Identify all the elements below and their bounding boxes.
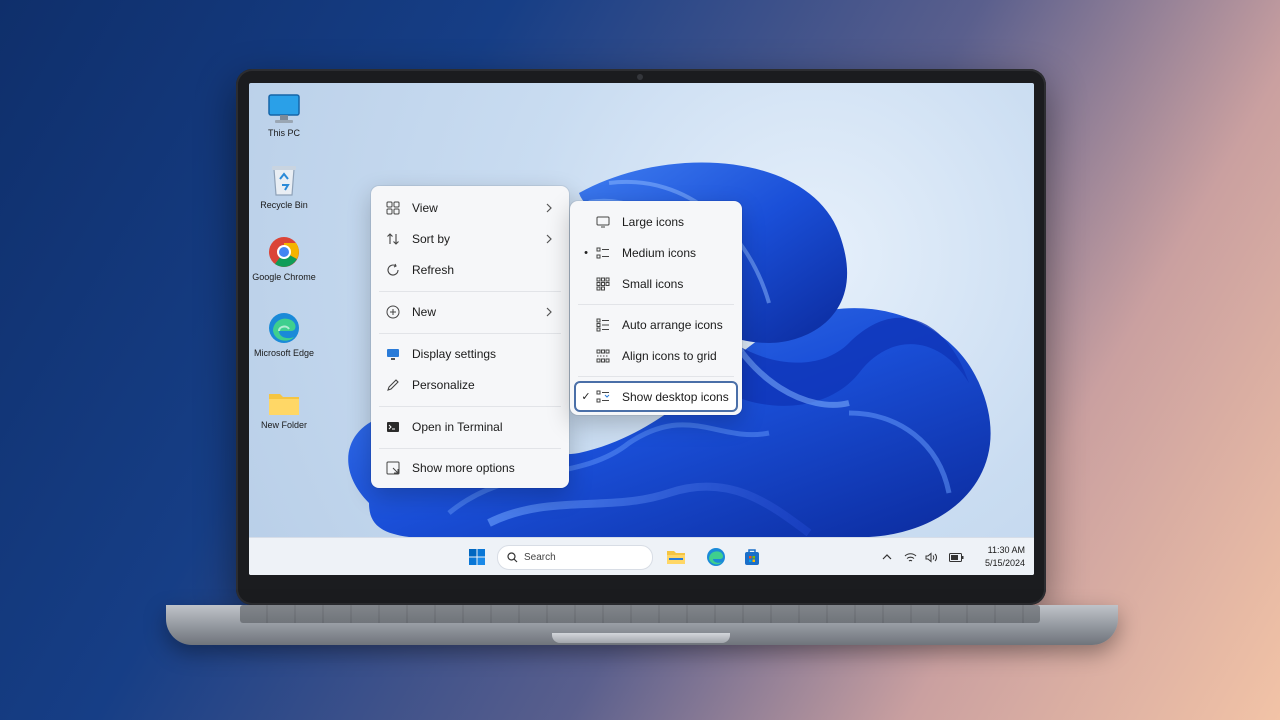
menu-item-label: Personalize	[412, 378, 475, 392]
desktop-icon-recycle-bin[interactable]: Recycle Bin	[249, 163, 319, 211]
radio-marker: •	[584, 247, 588, 259]
menu-separator	[379, 291, 561, 292]
submenu-item-auto-arrange[interactable]: Auto arrange icons	[576, 311, 736, 339]
desktop-icon-label: Recycle Bin	[260, 200, 308, 210]
taskbar-store[interactable]	[741, 546, 763, 568]
submenu-item-large-icons[interactable]: Large icons	[576, 208, 736, 236]
desktop-context-menu: View Sort by Refresh New Display setting…	[371, 186, 569, 488]
menu-item-label: View	[412, 201, 438, 215]
taskbar-edge[interactable]	[705, 546, 727, 568]
menu-item-show-more-options[interactable]: Show more options	[377, 454, 563, 482]
laptop-keyboard	[240, 605, 1040, 623]
submenu-item-small-icons[interactable]: Small icons	[576, 270, 736, 298]
menu-separator	[379, 406, 561, 407]
clock-date: 5/15/2024	[984, 558, 1025, 568]
desktop-icon-new-folder[interactable]: New Folder	[249, 389, 319, 431]
recycle-bin-icon	[272, 166, 296, 196]
menu-item-display-settings[interactable]: Display settings	[377, 340, 563, 368]
file-explorer-icon	[667, 551, 685, 564]
menu-item-personalize[interactable]: Personalize	[377, 371, 563, 399]
menu-item-new[interactable]: New	[377, 298, 563, 326]
webcam	[637, 74, 643, 80]
laptop-opening-notch	[552, 633, 730, 643]
auto-arrange-icon	[594, 316, 612, 334]
chevron-right-icon	[546, 234, 552, 244]
desktop-icon-this-pc[interactable]: This PC	[249, 93, 319, 139]
desktop-icon-chrome[interactable]: Google Chrome	[249, 235, 319, 283]
search-placeholder: Search	[524, 552, 556, 563]
menu-item-label: Refresh	[412, 263, 455, 277]
view-grid-icon	[384, 199, 402, 217]
align-grid-icon	[594, 347, 612, 365]
more-options-icon	[384, 459, 402, 477]
menu-item-sort-by[interactable]: Sort by	[377, 225, 563, 253]
menu-item-label: Sort by	[412, 232, 451, 246]
submenu-item-label: Show desktop icons	[622, 389, 729, 404]
tray-volume[interactable]	[922, 546, 940, 568]
show-desktop-icon	[594, 388, 612, 406]
menu-item-label: New	[412, 305, 437, 319]
submenu-separator	[578, 376, 734, 377]
desktop-icon-label: New Folder	[260, 420, 307, 430]
search-icon	[507, 552, 518, 563]
menu-separator	[379, 333, 561, 334]
desktop-icon-label: Google Chrome	[252, 272, 316, 282]
submenu-item-label: Auto arrange icons	[622, 318, 723, 332]
menu-item-view[interactable]: View	[377, 194, 563, 222]
tray-overflow-button[interactable]	[879, 546, 895, 568]
personalize-pen-icon	[384, 376, 402, 394]
start-button[interactable]	[466, 546, 488, 568]
menu-item-refresh[interactable]: Refresh	[377, 256, 563, 284]
desktop-icon-edge[interactable]: Microsoft Edge	[249, 311, 319, 359]
chevron-right-icon	[546, 307, 552, 317]
edge-icon	[269, 313, 299, 343]
volume-icon	[925, 551, 937, 563]
submenu-item-show-desktop-icons[interactable]: ✓ Show desktop icons	[574, 381, 738, 412]
taskbar-file-explorer[interactable]	[665, 546, 687, 568]
desktop-screen[interactable]: This PC Recycle Bin Google Chrome Micros…	[249, 83, 1034, 575]
taskbar: Search 11:30 AM 5/15/2024	[249, 537, 1034, 575]
check-marker: ✓	[581, 391, 591, 403]
tray-wifi[interactable]	[901, 546, 919, 568]
folder-icon	[269, 394, 299, 415]
edge-icon	[707, 548, 725, 566]
battery-icon	[948, 552, 963, 562]
laptop: This PC Recycle Bin Google Chrome Micros…	[0, 0, 1280, 720]
submenu-item-label: Small icons	[622, 277, 684, 291]
refresh-icon	[384, 261, 402, 279]
menu-item-open-terminal[interactable]: Open in Terminal	[377, 413, 563, 441]
chrome-icon	[269, 237, 299, 267]
submenu-item-align-grid[interactable]: Align icons to grid	[576, 342, 736, 370]
submenu-item-label: Align icons to grid	[622, 349, 717, 363]
medium-icons-icon	[594, 244, 612, 262]
display-settings-icon	[384, 345, 402, 363]
submenu-separator	[578, 304, 734, 305]
submenu-item-label: Medium icons	[622, 246, 697, 260]
monitor-icon	[268, 94, 300, 123]
taskbar-search-box[interactable]: Search	[497, 545, 653, 570]
submenu-item-label: Large icons	[622, 215, 685, 229]
menu-item-label: Open in Terminal	[412, 420, 503, 434]
microsoft-store-icon	[745, 549, 759, 565]
menu-item-label: Show more options	[412, 461, 515, 475]
new-plus-icon	[384, 303, 402, 321]
menu-item-label: Display settings	[412, 347, 497, 361]
menu-separator	[379, 448, 561, 449]
chevron-right-icon	[546, 203, 552, 213]
clock-time: 11:30 AM	[987, 545, 1025, 555]
desktop-icon-label: Microsoft Edge	[253, 348, 315, 358]
tray-battery[interactable]	[946, 546, 966, 568]
desktop-icon-label: This PC	[267, 128, 300, 138]
windows-logo-icon	[469, 549, 485, 565]
sort-icon	[384, 230, 402, 248]
chevron-up-icon	[882, 554, 892, 560]
large-icons-icon	[594, 213, 612, 231]
small-icons-icon	[594, 275, 612, 293]
terminal-icon	[384, 418, 402, 436]
view-submenu: Large icons • Medium icons Small icons A…	[570, 201, 742, 415]
taskbar-clock[interactable]: 11:30 AM 5/15/2024	[975, 544, 1025, 570]
wifi-icon	[904, 552, 916, 561]
submenu-item-medium-icons[interactable]: • Medium icons	[576, 239, 736, 267]
